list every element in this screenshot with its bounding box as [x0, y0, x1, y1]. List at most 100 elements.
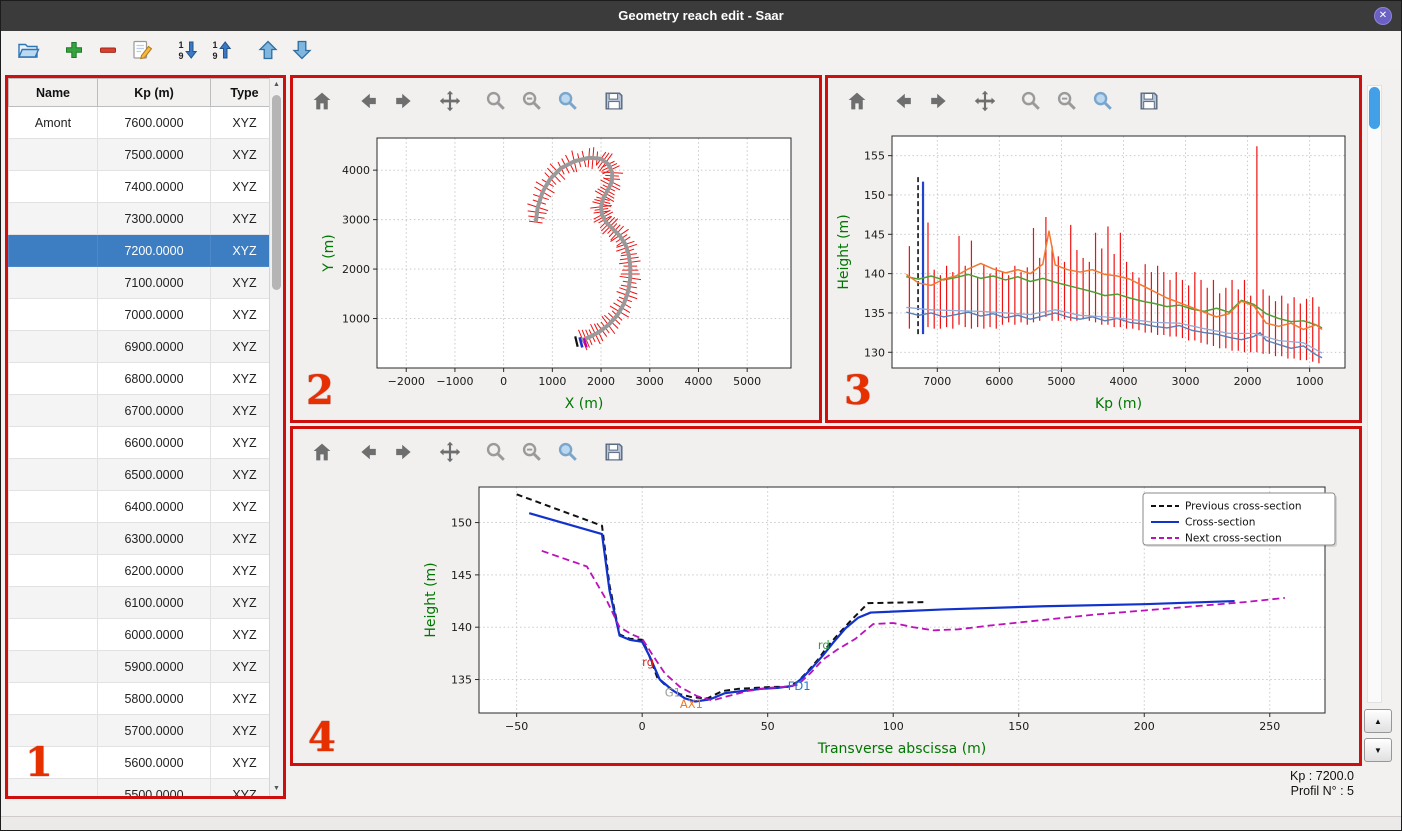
table-cell: XYZ [210, 170, 269, 203]
table-cell: XYZ [210, 202, 269, 235]
svg-text:145: 145 [451, 569, 472, 582]
table-cell [8, 650, 98, 683]
svg-text:FD1: FD1 [788, 679, 811, 693]
column-header-kp[interactable]: Kp (m) [97, 78, 211, 107]
cross-section-chart[interactable]: rg G1AX1 FD1 rd −50 0 50 100 150 200 250 135 140 145 1… [293, 475, 1359, 763]
forward-icon [931, 93, 946, 109]
mpl-back-button[interactable] [888, 86, 918, 116]
table-row[interactable]: 7200.0000 XYZ [8, 234, 269, 267]
mpl-zoom-button[interactable] [481, 437, 511, 467]
mpl-back-button[interactable] [353, 437, 383, 467]
svg-text:2000: 2000 [1234, 375, 1262, 388]
statusbar [1, 816, 1401, 830]
table-row[interactable]: 6300.0000 XYZ [8, 522, 269, 555]
save-icon [605, 92, 623, 110]
mpl-home-button[interactable] [307, 437, 337, 467]
open-folder-button[interactable] [13, 34, 43, 66]
mpl-pan-button[interactable] [435, 437, 465, 467]
table-scrollbar-thumb[interactable] [272, 95, 281, 290]
table-scrollbar[interactable]: ▲ ▼ [269, 78, 283, 796]
table-cell: XYZ [210, 458, 269, 491]
svg-text:150: 150 [451, 517, 472, 530]
mpl-forward-button[interactable] [389, 86, 419, 116]
edit-icon [133, 40, 153, 60]
mpl-inspect-button[interactable] [1052, 86, 1082, 116]
profile-info: Kp : 7200.0 Profil N° : 5 [1290, 769, 1354, 799]
mpl-pan-button[interactable] [435, 86, 465, 116]
table-row[interactable]: 6800.0000 XYZ [8, 362, 269, 395]
table-cell: 5900.0000 [97, 650, 211, 683]
table-row[interactable]: 7100.0000 XYZ [8, 266, 269, 299]
table-row[interactable]: 6700.0000 XYZ [8, 394, 269, 427]
mpl-zoom-to-rect-button[interactable] [1088, 86, 1118, 116]
column-header-name[interactable]: Name [8, 78, 98, 107]
mpl-home-button[interactable] [842, 86, 872, 116]
mpl-home-button[interactable] [307, 86, 337, 116]
table-row[interactable]: 7400.0000 XYZ [8, 170, 269, 203]
vertical-scrollbar[interactable] [1367, 85, 1382, 703]
table-row[interactable]: 7000.0000 XYZ [8, 298, 269, 331]
table-row[interactable]: 6500.0000 XYZ [8, 458, 269, 491]
mpl-zoom-button[interactable] [1016, 86, 1046, 116]
table-row[interactable]: 7300.0000 XYZ [8, 202, 269, 235]
table-row[interactable]: 6900.0000 XYZ [8, 330, 269, 363]
mpl-back-button[interactable] [353, 86, 383, 116]
table-cell [8, 586, 98, 619]
table-row[interactable]: 6000.0000 XYZ [8, 618, 269, 651]
table-row[interactable]: Amont 7600.0000 XYZ [8, 106, 269, 139]
mpl-pan-button[interactable] [970, 86, 1000, 116]
sort-descending-button[interactable]: 1 9 [173, 34, 203, 66]
titlebar[interactable]: Geometry reach edit - Saar ✕ [1, 1, 1401, 31]
next-profile-button[interactable]: ▼ [1364, 738, 1392, 762]
table-cell: 6900.0000 [97, 330, 211, 363]
remove-profile-button[interactable] [93, 34, 123, 66]
svg-text:Next cross-section: Next cross-section [1185, 533, 1282, 545]
table-row[interactable]: 6600.0000 XYZ [8, 426, 269, 459]
move-down-button[interactable] [287, 34, 317, 66]
kp-value: Kp : 7200.0 [1290, 769, 1354, 783]
table-cell [8, 490, 98, 523]
mpl-inspect-button[interactable] [517, 86, 547, 116]
previous-profile-button[interactable]: ▲ [1364, 709, 1392, 733]
longitudinal-profile-chart[interactable]: 7000 6000 5000 4000 3000 2000 1000 130 135 140 145… [828, 124, 1359, 420]
mpl-inspect-button[interactable] [517, 437, 547, 467]
mpl-forward-button[interactable] [924, 86, 954, 116]
annotation-number-1: 1 [25, 739, 53, 786]
arrow-up-icon [258, 40, 278, 60]
move-up-button[interactable] [253, 34, 283, 66]
column-header-type[interactable]: Type [210, 78, 269, 107]
back-icon [896, 93, 911, 109]
svg-text:−50: −50 [505, 720, 528, 733]
vertical-scrollbar-thumb[interactable] [1369, 87, 1380, 129]
sort-ascending-button[interactable]: 1 9 [207, 34, 237, 66]
table-cell: XYZ [210, 394, 269, 427]
add-profile-button[interactable] [59, 34, 89, 66]
sort-descending-icon: 1 9 [179, 40, 198, 61]
mpl-zoom-to-rect-button[interactable] [553, 86, 583, 116]
mpl-save-button[interactable] [599, 437, 629, 467]
plan-chart[interactable]: −2000 −1000 0 1000 2000 3000 4000 5000 1000 2000 3… [293, 124, 819, 420]
mpl-save-button[interactable] [599, 86, 629, 116]
table-cell: XYZ [210, 106, 269, 139]
table-row[interactable]: 5900.0000 XYZ [8, 650, 269, 683]
mpl-zoom-to-rect-button[interactable] [553, 437, 583, 467]
table-cell [8, 330, 98, 363]
table-scroll-up-icon[interactable]: ▲ [270, 78, 283, 92]
edit-profile-button[interactable] [127, 34, 157, 66]
table-scroll-down-icon[interactable]: ▼ [270, 782, 283, 796]
table-row[interactable]: 6400.0000 XYZ [8, 490, 269, 523]
table-row[interactable]: 6200.0000 XYZ [8, 554, 269, 587]
table-row[interactable]: 5800.0000 XYZ [8, 682, 269, 715]
table-row[interactable]: 6100.0000 XYZ [8, 586, 269, 619]
svg-text:150: 150 [864, 189, 885, 202]
mpl-forward-button[interactable] [389, 437, 419, 467]
back-icon [361, 93, 376, 109]
svg-text:Height (m): Height (m) [836, 214, 852, 289]
mpl-zoom-button[interactable] [481, 86, 511, 116]
longitudinal-profile-region: 7000 6000 5000 4000 3000 2000 1000 130 135 140 145… [825, 75, 1362, 423]
mpl-save-button[interactable] [1134, 86, 1164, 116]
table-cell: 6000.0000 [97, 618, 211, 651]
table-row[interactable]: 7500.0000 XYZ [8, 138, 269, 171]
close-button[interactable]: ✕ [1374, 7, 1392, 25]
svg-text:−2000: −2000 [388, 375, 425, 388]
